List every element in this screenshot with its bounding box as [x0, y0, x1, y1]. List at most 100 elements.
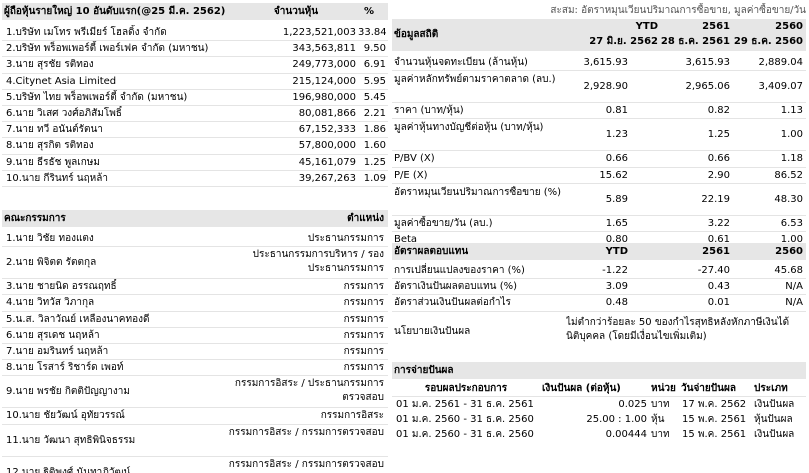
board-member-row: 4.นาย วิทวัส วิภากุล กรรมการ: [2, 295, 388, 312]
return-value-ytd: 0.48: [605, 297, 628, 309]
shareholder-percent: 5.45: [363, 91, 386, 103]
shareholder-row: 10.นาย กีรินทร์ นฤหล้า 39,267,263 1.09: [2, 171, 388, 187]
board-member-name: 11.นาย วัฒนา สุทธิพินิจธรรม: [6, 434, 136, 446]
div-col-amount: เงินปันผล (ต่อหุ้น): [542, 383, 621, 394]
dividend-policy-label: นโยบายเงินปันผล: [394, 325, 471, 337]
shareholder-shares: 215,124,000: [292, 75, 356, 87]
return-value-ytd: 3.09: [605, 281, 628, 293]
shareholder-name: 9.นาย ธีรธัช พูลเกษม: [6, 156, 100, 168]
div-col-period: รอบผลประกอบการ: [424, 383, 508, 394]
board-member-name: 5.น.ส. วิลาวัณย์ เหลืองนาคทองดี: [6, 313, 150, 325]
board-member-row: 7.นาย อมรินทร์ นฤหล้า กรรมการ: [2, 344, 388, 361]
return-label: อัตราเงินปันผลตอบแทน (%): [394, 281, 517, 293]
board-title: คณะกรรมการ: [4, 213, 66, 224]
stats-year-2: 2561: [702, 21, 730, 32]
board-member-name: 12.นาย ฐิติพงศ์ นันทาภิวัฒน์: [6, 466, 131, 473]
position-column-header: ตำแหน่ง: [347, 213, 384, 224]
board-member-row: 10.นาย ชัยวัฒน์ อุทัยวรรณ์ กรรมการอิสระ: [2, 408, 388, 425]
shareholder-name: 3.นาย สุรชัย รติทอง: [6, 59, 94, 71]
board-member-position: ประธานกรรมการบริหาร / รองประธานกรรมการ: [252, 249, 384, 275]
returns-col-2561: 2561: [702, 246, 730, 257]
dividend-period: 01 ม.ค. 2561 - 31 ธ.ค. 2561: [396, 399, 534, 411]
returns-panel: อัตราผลตอบแทน YTD 2561 2560 การเปลี่ยนแป…: [392, 243, 806, 348]
board-panel: คณะกรรมการ ตำแหน่ง 1.นาย วิชัย ทองแตง ประ…: [2, 210, 388, 473]
stat-row: อัตราหมุนเวียนปริมาณการซื้อขาย (%) 5.89 22…: [392, 184, 806, 216]
dividends-header: การจ่ายปันผล: [392, 362, 806, 379]
shareholder-row: 2.บริษัท พร็อพเพอร์ตี้ เพอร์เฟค จำกัด (ม…: [2, 41, 388, 58]
returns-list: การเปลี่ยนแปลงของราคา (%) -1.22 -27.40 45.6…: [392, 263, 806, 312]
dividend-policy-text: ไม่ต่ำกว่าร้อยละ 50 ของกำไรสุทธิหลังหักภ…: [566, 316, 790, 342]
board-member-row: 11.นาย วัฒนา สุทธิพินิจธรรม กรรมการอิสระ …: [2, 425, 388, 457]
dividend-type: เงินปันผล: [754, 429, 795, 441]
return-value-2560: 45.68: [774, 265, 803, 276]
board-member-row: 12.นาย ฐิติพงศ์ นันทาภิวัฒน์ กรรมการอิสระ…: [2, 457, 388, 473]
shareholder-row: 7.นาย ทวี อนันต์รัตนา 67,152,333 1.86: [2, 122, 388, 139]
board-member-row: 5.น.ส. วิลาวัณย์ เหลืองนาคทองดี กรรมการ: [2, 312, 388, 328]
stat-value-2560: 1.13: [780, 105, 803, 117]
shareholder-percent: 6.91: [363, 59, 386, 71]
shareholder-shares: 80,081,866: [298, 107, 356, 119]
shares-column-header: จำนวนหุ้น: [273, 6, 319, 17]
dividend-type: หุ้นปันผล: [754, 414, 793, 426]
stat-value-ytd: 5.89: [605, 193, 628, 205]
stats-date-1: 27 มิ.ย. 2562: [589, 36, 658, 47]
stat-value-2561: 3.22: [707, 217, 730, 229]
board-member-position: กรรมการอิสระ / ประธานกรรมการตรวจสอบ: [234, 378, 384, 404]
stat-value-2560: 86.52: [774, 169, 803, 181]
div-col-date: วันจ่ายปันผล: [681, 383, 736, 394]
return-value-2561: 0.01: [707, 297, 730, 309]
stat-value-2561: 22.19: [701, 193, 730, 205]
stat-value-2560: 3,409.07: [758, 81, 803, 93]
stat-value-2560: 48.30: [774, 193, 803, 205]
shareholder-percent: 1.25: [363, 156, 386, 168]
return-row: อัตราส่วนเงินปันผลต่อกำไร 0.48 0.01 N/A: [392, 295, 806, 312]
stat-row: ราคา (บาท/หุ้น) 0.81 0.82 1.13: [392, 103, 806, 120]
return-value-2561: -27.40: [697, 265, 730, 276]
board-member-position: ประธานกรรมการ: [307, 233, 384, 244]
stat-value-2560: 1.00: [780, 129, 803, 141]
shareholder-percent: 9.50: [363, 43, 386, 55]
board-member-row: 9.นาย พรชัย กิตติปัญญางาม กรรมการอิสระ / …: [2, 376, 388, 409]
stat-value-ytd: 0.66: [605, 153, 628, 165]
stat-value-ytd: 0.81: [605, 105, 628, 117]
stat-row: P/BV (X) 0.66 0.66 1.18: [392, 151, 806, 168]
board-member-name: 8.นาย โรสาร์ ริชาร์ด เพอท์: [6, 362, 124, 374]
shareholder-name: 1.บริษัท เมโทร พรีเมียร์ โฮลดิ้ง จำกัด: [6, 27, 167, 38]
board-member-row: 2.นาย พิจิตต รัตตกุล ประธานกรรมการบริหาร …: [2, 247, 388, 280]
shareholder-row: 8.นาย สุรกิต รติทอง 57,800,000 1.60: [2, 138, 388, 155]
stat-row: จำนวนหุ้นจดทะเบียน (ล้านหุ้น) 3,615.93 3,6…: [392, 55, 806, 72]
stat-value-2561: 1.25: [707, 129, 730, 141]
dividend-date: 17 พ.ค. 2562: [682, 399, 747, 411]
shareholder-name: 2.บริษัท พร็อพเพอร์ตี้ เพอร์เฟค จำกัด (ม…: [6, 43, 209, 55]
stat-value-ytd: 15.62: [599, 169, 628, 181]
shareholders-list: 1.บริษัท เมโทร พรีเมียร์ โฮลดิ้ง จำกัด 1,…: [2, 25, 388, 187]
dividend-unit: หุ้น: [651, 414, 665, 426]
shareholder-row: 4.Citynet Asia Limited 215,124,000 5.95: [2, 74, 388, 90]
shareholder-row: 1.บริษัท เมโทร พรีเมียร์ โฮลดิ้ง จำกัด 1,…: [2, 25, 388, 42]
div-col-unit: หน่วย: [651, 383, 676, 394]
returns-header: อัตราผลตอบแทน YTD 2561 2560: [392, 243, 806, 260]
board-member-name: 2.นาย พิจิตต รัตตกุล: [6, 257, 97, 269]
shareholder-shares: 1,223,521,003: [282, 27, 356, 38]
stats-year-3: 2560: [775, 21, 803, 32]
stat-label: P/E (X): [394, 169, 428, 181]
stat-label: อัตราหมุนเวียนปริมาณการซื้อขาย (%): [394, 186, 562, 198]
board-member-row: 3.นาย ชายนิด อรรณฤทธิ์ กรรมการ: [2, 279, 388, 296]
shareholders-title: ผู้ถือหุ้นรายใหญ่ 10 อันดับแรก(@25 มี.ค.…: [4, 6, 226, 17]
stat-value-2560: 1.18: [780, 153, 803, 165]
stat-label: มูลค่าหุ้นทางบัญชีต่อหุ้น (บาท/หุ้น): [394, 122, 544, 134]
stats-list: จำนวนหุ้นจดทะเบียน (ล้านหุ้น) 3,615.93 3,6…: [392, 55, 806, 249]
board-member-name: 6.นาย สุรเดช นฤหล้า: [6, 329, 100, 341]
stat-row: มูลค่าซื้อขาย/วัน (ลบ.) 1.65 3.22 6.53: [392, 216, 806, 232]
board-member-row: 6.นาย สุรเดช นฤหล้า กรรมการ: [2, 328, 388, 344]
board-member-position: กรรมการ: [343, 362, 384, 374]
stats-year-1: YTD: [635, 21, 658, 32]
stat-value-ytd: 2,928.90: [583, 81, 628, 93]
dividend-amount: 0.025: [618, 399, 647, 411]
shareholder-percent: 33.84: [358, 27, 386, 38]
shareholder-shares: 67,152,333: [298, 124, 356, 136]
board-list: 1.นาย วิชัย ทองแตง ประธานกรรมการ 2.นาย พิจ…: [2, 231, 388, 473]
dividend-row: 01 ม.ค. 2561 - 31 ธ.ค. 2561 0.025 บาท 17 พ.…: [392, 397, 806, 412]
shareholder-shares: 196,980,000: [292, 91, 356, 103]
returns-title: อัตราผลตอบแทน: [394, 246, 469, 257]
